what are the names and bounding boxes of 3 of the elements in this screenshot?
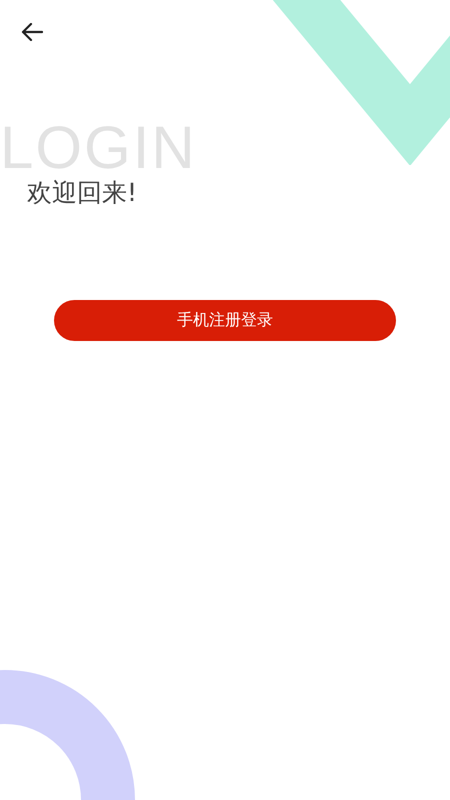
phone-login-button[interactable]: 手机注册登录 (54, 300, 396, 341)
back-icon[interactable] (20, 22, 44, 42)
welcome-title: 欢迎回来! (27, 178, 138, 208)
